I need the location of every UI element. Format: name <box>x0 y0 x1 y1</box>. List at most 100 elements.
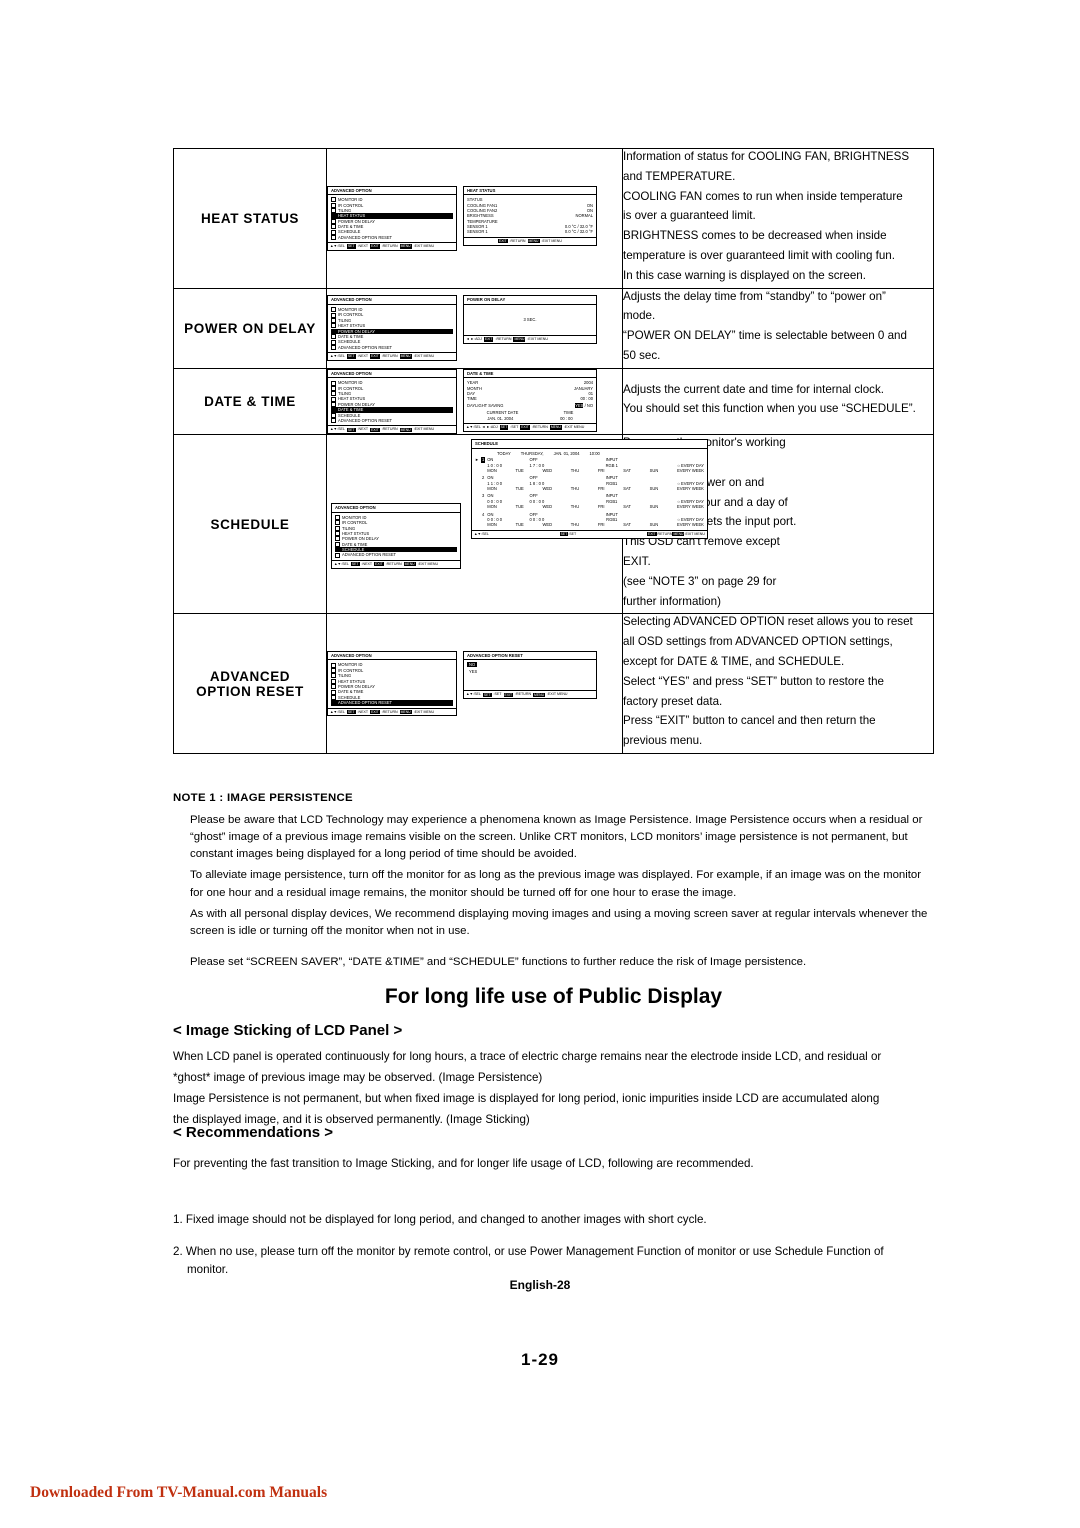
osd-day: WED <box>542 504 553 510</box>
osd-key: EXIT <box>370 244 380 249</box>
section-body-image-sticking: When LCD panel is operated continuously … <box>173 1048 934 1132</box>
osd-key-label: DAYLIGHT SAVING <box>467 402 504 408</box>
osd-footer: ▲▼:SEL SET :NEXT EXIT :RETURN MENU :EXIT… <box>332 559 460 568</box>
osd-day: SUN <box>649 467 659 473</box>
osd-title: POWER ON DELAY <box>464 296 596 306</box>
osd-footer: ▲▼:SEL SET :NEXT EXIT :RETURN MENU :EXIT… <box>328 425 456 433</box>
row-label-schedule: SCHEDULE <box>173 434 327 615</box>
osd-key-hint: :EXIT MENU <box>527 337 548 342</box>
osd-key: EXIT <box>520 425 530 430</box>
osd-footer: ▲▼:SEL SET :NEXT EXIT :RETURN MENU :EXIT… <box>328 707 456 716</box>
osd-key-hint: :RETURN <box>495 337 512 342</box>
desc-line: and TEMPERATURE. <box>623 169 736 183</box>
osd-key: MENU <box>533 692 546 698</box>
osd-clock: 10:00 <box>589 450 600 456</box>
desc-line: COOLING FAN comes to run when inside tem… <box>623 189 903 203</box>
osd-day: TUE <box>515 467 524 473</box>
section-heading-image-sticking: < Image Sticking of LCD Panel > <box>173 1022 403 1039</box>
desc-date-time: Adjusts the current date and time for in… <box>622 367 934 436</box>
section-heading-recommendations: < Recommendations > <box>173 1124 334 1141</box>
osd-option-yes: YES <box>575 402 584 408</box>
osd-key-hint: ▲▼:SEL <box>330 709 345 714</box>
bullet-icon <box>331 418 336 424</box>
desc-line: In this case warning is displayed on the… <box>623 268 866 282</box>
osd-key-label: DAY <box>467 391 476 397</box>
osd-key: MENU <box>403 561 416 567</box>
osd-key: MENU <box>549 425 562 430</box>
desc-line: Press “EXIT” button to cancel and then r… <box>623 714 876 728</box>
osd-value: NORMAL <box>575 213 593 219</box>
osd-weekday: THURSDAY, <box>520 450 544 456</box>
body-line: For preventing the fast transition to Im… <box>173 1157 754 1170</box>
osd-footer: ▲▼:SEL SET :NEXT EXIT :RETURN MENU :EXIT… <box>328 352 456 360</box>
osd-key-label: YEAR <box>467 380 479 386</box>
osd-footer: ▲▼:SEL SET:SET EXIT:RETURNMENU:EXIT MENU <box>472 529 707 538</box>
osd-key: EXIT <box>497 238 508 244</box>
desc-line: further information) <box>623 594 721 608</box>
osd-day: FRI <box>597 504 605 510</box>
osd-footer: ▲▼:SEL ◄ ►:ADJ SET :SET EXIT :RETURN MEN… <box>464 423 596 431</box>
desc-line: You should set this function when you us… <box>623 402 916 416</box>
osd-key-hint: :RETURN <box>531 425 548 430</box>
osd-title: HEAT STATUS <box>464 187 596 196</box>
osd-item-selected: ADVANCED OPTION RESET <box>338 700 393 706</box>
osd-day: THU <box>570 522 580 528</box>
osd-option-no: NO <box>467 662 478 668</box>
osd-key-hint: :NEXT <box>357 709 369 714</box>
osd-title: ADVANCED OPTION RESET <box>464 652 596 661</box>
osd-key: SET <box>346 427 356 433</box>
osd-key: EXIT <box>370 427 380 433</box>
desc-line: Adjusts the delay time from “standby” to… <box>623 289 886 303</box>
table-row: SCHEDULE ADVANCED OPTION MONITOR ID IR C… <box>173 434 934 615</box>
body-line: monitor. <box>187 1262 229 1276</box>
table-row: HEAT STATUS ADVANCED OPTION MONITOR ID I… <box>173 148 934 289</box>
osd-key-label: SENSOR 1 <box>467 229 488 235</box>
desc-heat-status: Information of status for COOLING FAN, B… <box>622 148 934 289</box>
osd-key-hint: :NEXT <box>357 354 369 359</box>
osd-option-yes: YES <box>469 668 478 674</box>
body-line: When LCD panel is operated continuously … <box>173 1050 882 1063</box>
osd-input-port: RGB1 <box>606 498 618 504</box>
osd-day: FRI <box>597 486 605 492</box>
table-row: POWER ON DELAY ADVANCED OPTION MONITOR I… <box>173 287 934 369</box>
osd-cursor-icon: ► <box>475 457 479 463</box>
osd-key-hint: :EXIT MENU <box>413 244 435 249</box>
osd-value: JAN. 01. 2004 <box>487 415 514 421</box>
desc-line: factory preset data. <box>623 694 723 708</box>
osd-today-label: TODAY <box>497 450 511 456</box>
osd-key-hint: ▲▼:SEL <box>466 692 481 697</box>
osd-reset-panel: ADVANCED OPTION RESET NO YES ▲▼:SEL SET … <box>463 650 597 700</box>
osd-key: SET <box>346 709 356 715</box>
osd-key-hint: :RETURN <box>381 709 398 714</box>
osd-heat-status-panel: HEAT STATUS STATUS COOLING FAN1 ON COOLIN… <box>463 185 597 246</box>
page-number: 1-29 <box>520 1350 560 1369</box>
osd-title: ADVANCED OPTION <box>328 370 456 379</box>
osd-day: SAT <box>623 522 631 528</box>
osd-key: MENU <box>399 427 412 433</box>
page-label: English-28 <box>509 1278 571 1292</box>
osd-key-hint: :RETURN <box>381 354 398 359</box>
note-paragraph: As with all personal display devices, We… <box>190 907 928 937</box>
osd-key-hint: :EXIT MENU <box>417 561 439 566</box>
osd-advanced-option-menu: ADVANCED OPTION MONITOR ID IR CONTROL TI… <box>327 650 457 717</box>
note-title: NOTE 1 : IMAGE PERSISTENCE <box>173 792 353 804</box>
osd-key-hint: ▲▼:SEL <box>330 244 345 249</box>
osd-day: SUN <box>649 486 659 492</box>
osd-input-port: RGB 1 <box>605 462 618 468</box>
desc-line: 50 sec. <box>623 348 661 362</box>
osd-key: EXIT <box>646 531 657 536</box>
feature-table: HEAT STATUS ADVANCED OPTION MONITOR ID I… <box>173 148 934 754</box>
osd-key-hint: :RETURN <box>385 561 402 566</box>
osd-entry-number: 1 <box>480 457 486 463</box>
osd-key-hint: ▲▼:SEL <box>330 354 345 359</box>
body-line: 1. Fixed image should not be displayed f… <box>173 1213 707 1226</box>
osd-day: TUE <box>515 504 524 510</box>
note-paragraph: Please set “SCREEN SAVER”, “DATE &TIME” … <box>190 955 807 968</box>
desc-line: “POWER ON DELAY” time is selectable betw… <box>623 329 907 343</box>
desc-line: temperature is over guaranteed limit wit… <box>623 248 895 262</box>
osd-title: SCHEDULE <box>472 440 707 449</box>
osd-every-day: EVERY DAY <box>681 498 704 504</box>
osd-day: THU <box>570 486 580 492</box>
osd-day: SAT <box>623 504 631 510</box>
osd-entry-number: 2 <box>482 475 485 481</box>
